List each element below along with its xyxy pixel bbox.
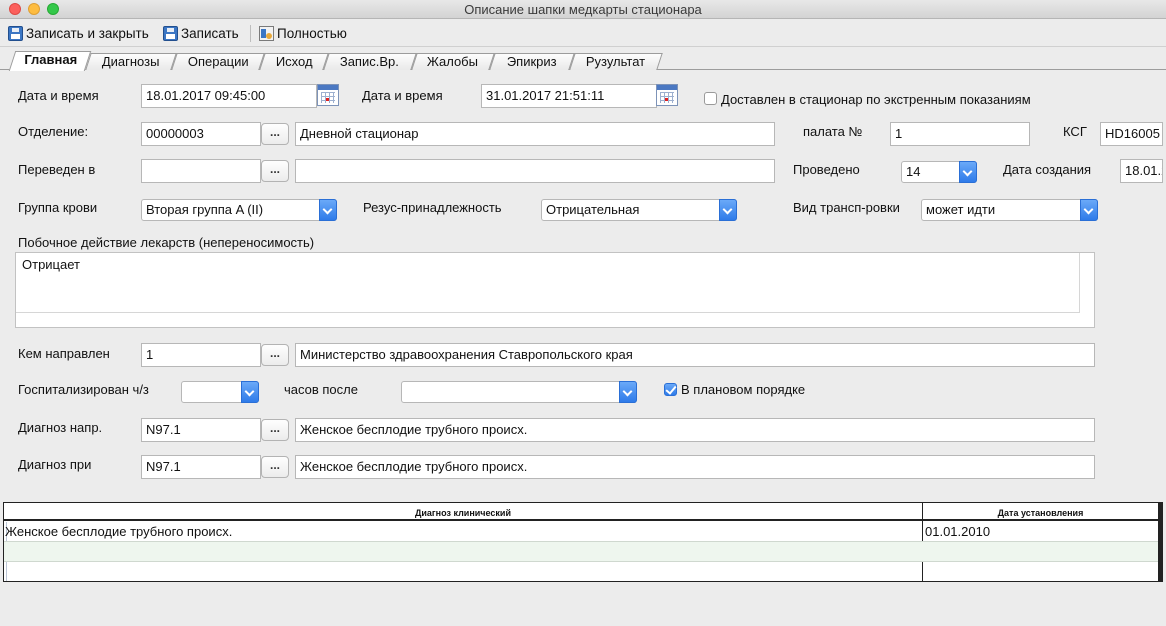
ward-input[interactable]: 1 [890, 122, 1030, 146]
hours-after-select[interactable] [401, 381, 637, 403]
full-report-label: Полностью [277, 26, 347, 41]
chevron-down-icon [319, 199, 337, 221]
rh-select[interactable]: Отрицательная [541, 199, 737, 221]
transport-value: может идти [926, 202, 996, 217]
minimize-window-button[interactable] [28, 3, 40, 15]
transport-label: Вид трансп-ровки [793, 200, 900, 215]
transport-select[interactable]: может идти [921, 199, 1098, 221]
table-row[interactable]: Женское бесплодие трубного происх. 01.01… [4, 522, 1158, 542]
ward-label: палата № [803, 124, 863, 139]
emergency-checkbox[interactable] [704, 92, 717, 105]
col-header-date[interactable]: Дата установления [923, 503, 1158, 521]
cell-diagnosis: Женское бесплодие трубного происх. [5, 524, 233, 539]
main-form: Дата и время 18.01.2017 09:45:00 Дата и … [3, 70, 1163, 625]
rh-value: Отрицательная [546, 202, 640, 217]
created-date-input[interactable]: 18.01.2 [1120, 159, 1163, 183]
tab-doctor-notes[interactable]: Запис.Вр. [323, 53, 417, 70]
toolbar-separator [250, 25, 251, 42]
tab-operations[interactable]: Операции [171, 53, 265, 70]
department-label: Отделение: [18, 124, 89, 139]
tab-diagnoses[interactable]: Диагнозы [85, 53, 177, 70]
diag-at-code-input[interactable]: N97.1 [141, 455, 261, 479]
department-select-button[interactable]: ... [261, 123, 289, 145]
tab-main[interactable]: Главная [8, 51, 92, 71]
transferred-name-input[interactable] [295, 159, 775, 183]
clinical-diagnosis-table: Диагноз клинический Дата установления Же… [3, 502, 1163, 582]
date-time2-input[interactable]: 31.01.2017 21:51:11 [481, 84, 657, 108]
chevron-down-icon [719, 199, 737, 221]
hospitalized-label: Госпитализирован ч/з [18, 382, 149, 397]
diag-at-label: Диагноз при [18, 457, 92, 472]
hours-after-label: часов после [284, 382, 358, 397]
save-and-close-button[interactable]: Записать и закрыть [5, 23, 152, 44]
tab-epicrisis[interactable]: Эпикриз [489, 53, 575, 70]
floppy-disk-icon [8, 26, 23, 41]
col-header-diagnosis[interactable]: Диагноз клинический [4, 503, 922, 521]
date-time-input[interactable]: 18.01.2017 09:45:00 [141, 84, 317, 108]
referred-by-select-button[interactable]: ... [261, 344, 289, 366]
diag-ref-label: Диагноз напр. [18, 420, 103, 435]
side-effect-text[interactable]: Отрицает [16, 253, 1080, 313]
planned-checkbox[interactable] [664, 383, 677, 396]
zoom-window-button[interactable] [47, 3, 59, 15]
blood-group-label: Группа крови [18, 200, 98, 215]
transferred-label: Переведен в [18, 162, 96, 177]
save-and-close-label: Записать и закрыть [26, 26, 149, 41]
blood-group-value: Вторая группа A (II) [146, 202, 264, 217]
save-button[interactable]: Записать [160, 23, 242, 44]
table-row[interactable] [4, 562, 1158, 581]
rh-label: Резус-принадлежность [363, 200, 502, 215]
referred-by-code-input[interactable]: 1 [141, 343, 261, 367]
close-window-button[interactable] [9, 3, 21, 15]
department-name-input[interactable]: Дневной стационар [295, 122, 775, 146]
diag-at-select-button[interactable]: ... [261, 456, 289, 478]
diag-ref-name-input[interactable]: Женское бесплодие трубного происх. [295, 418, 1095, 442]
date-time2-label: Дата и время [362, 88, 443, 103]
cell-date: 01.01.2010 [925, 524, 991, 539]
side-effect-memo[interactable]: Отрицает [15, 252, 1095, 328]
date-time-label: Дата и время [18, 88, 99, 103]
diag-ref-select-button[interactable]: ... [261, 419, 289, 441]
transferred-select-button[interactable]: ... [261, 160, 289, 182]
diag-at-name-input[interactable]: Женское бесплодие трубного происх. [295, 455, 1095, 479]
tab-outcome[interactable]: Исход [259, 53, 329, 70]
calendar-icon[interactable] [317, 84, 339, 106]
tab-complaints[interactable]: Жалобы [411, 53, 495, 70]
held-label: Проведено [793, 162, 860, 177]
toolbar: Записать и закрыть Записать Полностью [0, 20, 1166, 47]
emergency-label: Доставлен в стационар по экстренным пока… [721, 92, 1031, 107]
report-icon [259, 26, 274, 41]
held-value: 14 [906, 164, 921, 179]
referred-by-name-input[interactable]: Министерство здравоохранения Ставропольс… [295, 343, 1095, 367]
side-effect-label: Побочное действие лекарств (непереносимо… [18, 235, 315, 250]
referred-by-label: Кем направлен [18, 346, 110, 361]
vertical-scrollbar[interactable] [1158, 503, 1162, 581]
table-row[interactable] [4, 542, 1158, 562]
diag-ref-code-input[interactable]: N97.1 [141, 418, 261, 442]
chevron-down-icon [959, 161, 977, 183]
window-title: Описание шапки медкарты стационара [464, 2, 702, 17]
save-label: Записать [181, 26, 239, 41]
hospitalized-select[interactable] [181, 381, 259, 403]
tab-bar: Главная Диагнозы Операции Исход Запис.Вр… [0, 50, 1166, 71]
chevron-down-icon [619, 381, 637, 403]
window-title-bar: Описание шапки медкарты стационара [0, 0, 1166, 19]
department-code-input[interactable]: 00000003 [141, 122, 261, 146]
created-date-label: Дата создания [1003, 162, 1092, 177]
chevron-down-icon [1080, 199, 1098, 221]
floppy-disk-icon [163, 26, 178, 41]
chevron-down-icon [241, 381, 259, 403]
blood-group-select[interactable]: Вторая группа A (II) [141, 199, 337, 221]
ksg-input[interactable]: HD16005 [1100, 122, 1163, 146]
planned-label: В плановом порядке [681, 382, 806, 397]
transferred-code-input[interactable] [141, 159, 261, 183]
calendar-icon[interactable] [656, 84, 678, 106]
full-report-button[interactable]: Полностью [256, 23, 350, 44]
ksg-label: КСГ [1063, 124, 1087, 139]
table-header: Диагноз клинический Дата установления [4, 503, 1162, 521]
held-select[interactable]: 14 [901, 161, 977, 183]
tab-result[interactable]: Рузультат [569, 53, 663, 70]
